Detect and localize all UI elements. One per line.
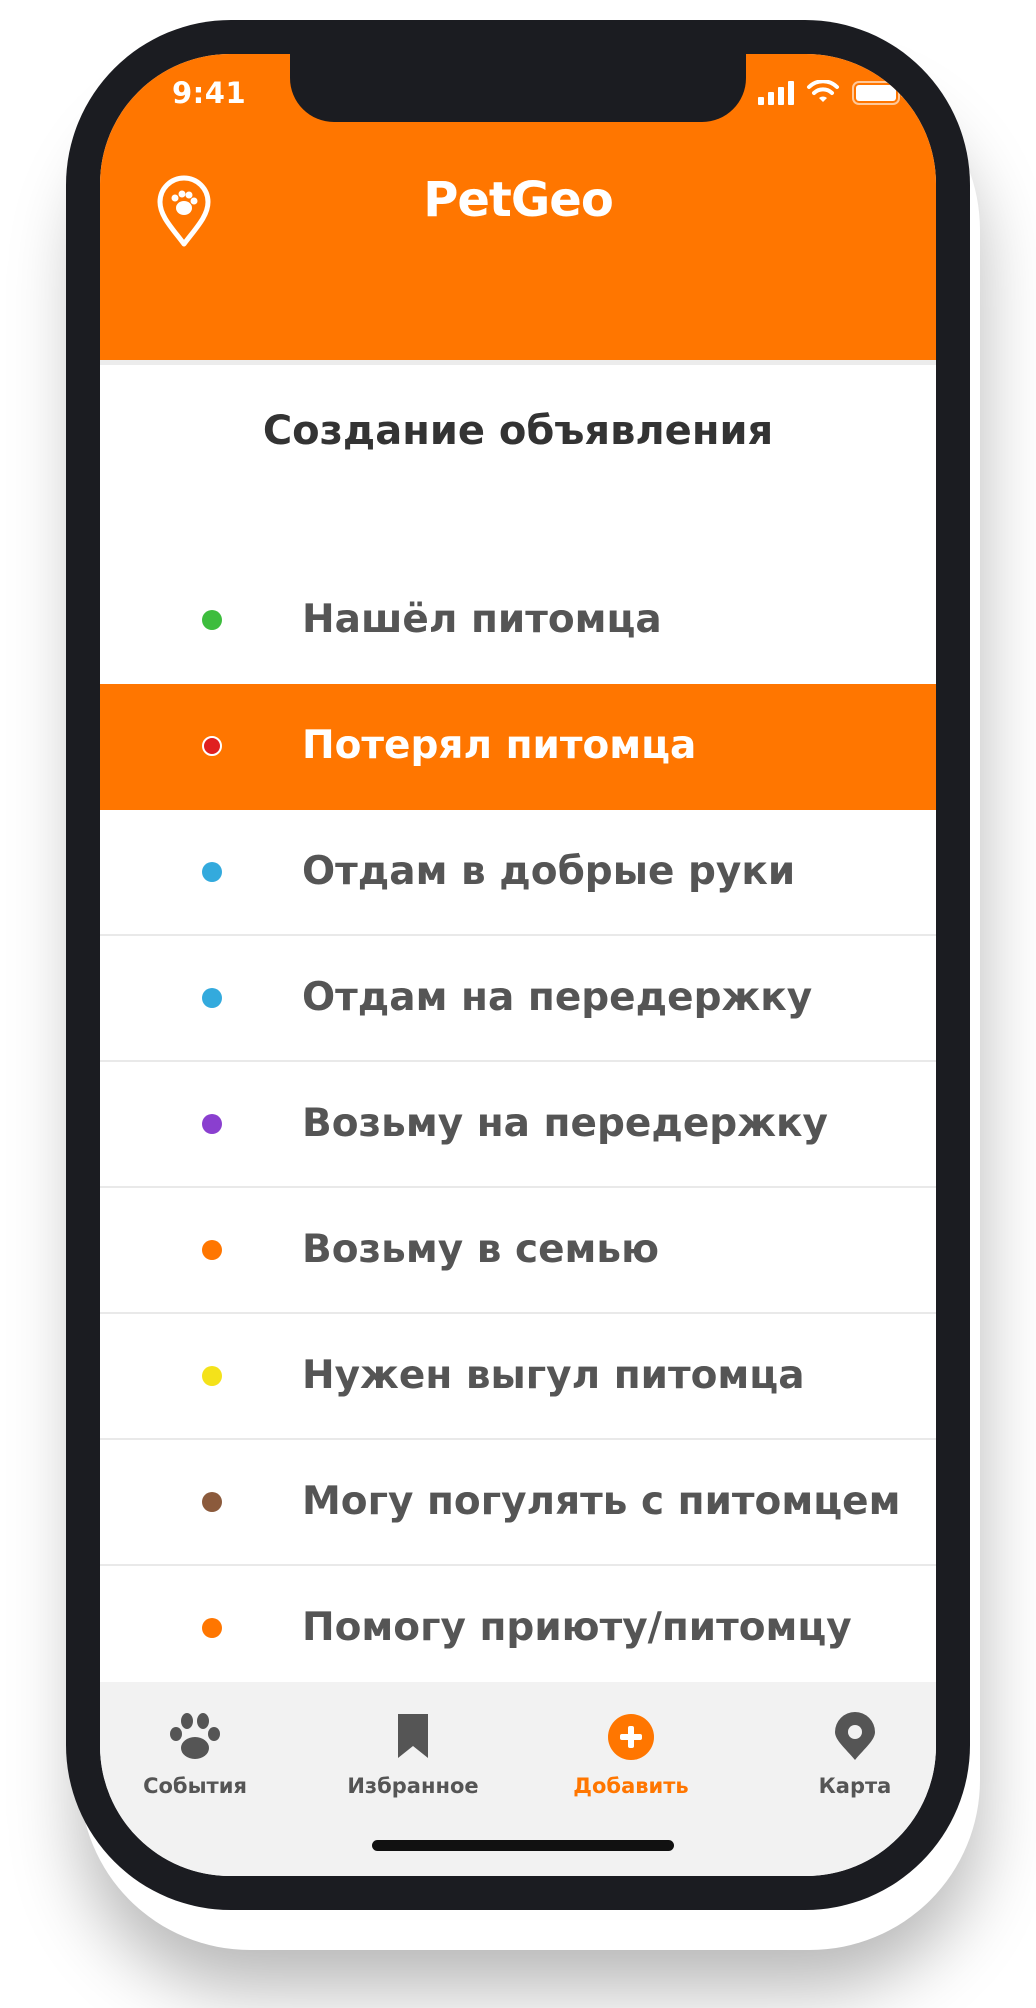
signal-icon [758, 81, 794, 105]
tab-map[interactable]: Карта [760, 1712, 936, 1822]
paw-icon [170, 1713, 220, 1759]
status-dot [202, 1366, 222, 1386]
plus-circle-icon [608, 1714, 654, 1760]
list-item-label: Отдам на передержку [302, 975, 813, 1020]
list-item-label: Нужен выгул питомца [302, 1353, 805, 1398]
status-icons [758, 80, 906, 106]
tab-events[interactable]: События [100, 1712, 290, 1822]
tab-favorites[interactable]: Избранное [318, 1712, 508, 1822]
tab-label: Карта [818, 1774, 892, 1798]
list-item-label: Отдам в добрые руки [302, 849, 796, 894]
battery-icon [852, 81, 905, 105]
status-dot [202, 1618, 222, 1638]
list-item-label: Возьму в семью [302, 1227, 659, 1272]
tab-label: Добавить [573, 1774, 689, 1798]
status-dot [202, 1240, 222, 1260]
tab-label: Избранное [347, 1774, 479, 1798]
map-pin-icon [835, 1712, 875, 1760]
list-item[interactable]: Могу погулять с питомцем [100, 1440, 936, 1566]
notch [290, 54, 746, 122]
list-item-selected[interactable]: Потерял питомца [100, 684, 936, 810]
list-item-label: Потерял питомца [302, 723, 697, 768]
list-item[interactable]: Нашёл питомца [100, 558, 936, 684]
page-title: Создание объявления [262, 408, 774, 454]
list-item[interactable]: Помогу приюту/питомцу [100, 1566, 936, 1692]
status-dot [202, 1114, 222, 1134]
ad-type-list: Нашёл питомца Потерял питомца Отдам в до… [100, 558, 936, 1692]
list-item-label: Помогу приюту/питомцу [302, 1605, 852, 1650]
app-title: PetGeo [423, 172, 614, 228]
app-header: 9:41 PetGeo [100, 54, 936, 360]
status-time: 9:41 [172, 76, 247, 110]
home-indicator [372, 1840, 674, 1851]
status-dot [202, 736, 222, 756]
list-item[interactable]: Возьму в семью [100, 1188, 936, 1314]
bookmark-icon [398, 1714, 428, 1758]
list-item[interactable]: Нужен выгул питомца [100, 1314, 936, 1440]
list-item-label: Могу погулять с питомцем [302, 1479, 901, 1524]
list-item[interactable]: Отдам на передержку [100, 936, 936, 1062]
tab-add[interactable]: Добавить [536, 1712, 726, 1822]
phone-screen: 9:41 PetGeo Создание объявления Нашёл пи… [100, 54, 936, 1876]
status-dot [202, 862, 222, 882]
list-item-label: Нашёл питомца [302, 597, 662, 642]
header-divider [100, 360, 936, 365]
list-item-label: Возьму на передержку [302, 1101, 828, 1146]
wifi-icon [807, 80, 839, 102]
status-dot [202, 988, 222, 1008]
list-item[interactable]: Отдам в добрые руки [100, 810, 936, 936]
list-item[interactable]: Возьму на передержку [100, 1062, 936, 1188]
tab-label: События [143, 1774, 247, 1798]
status-dot [202, 1492, 222, 1512]
status-dot [202, 610, 222, 630]
